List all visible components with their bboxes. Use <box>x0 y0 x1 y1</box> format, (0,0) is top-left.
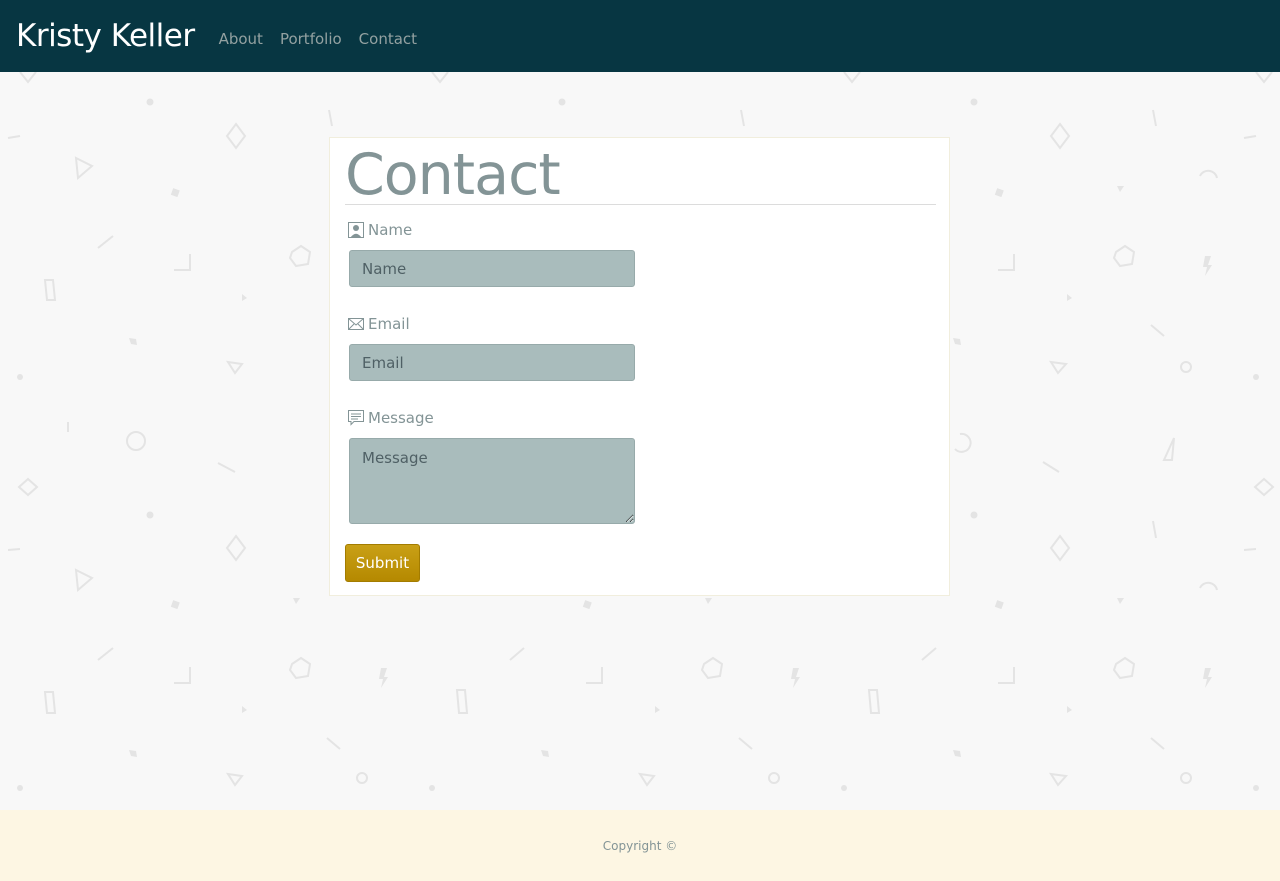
copyright-text: Copyright © <box>602 838 678 853</box>
message-label-text: Message <box>368 409 434 427</box>
name-label: Name <box>348 221 412 239</box>
title-divider <box>345 204 936 205</box>
top-navbar: Kristy Keller About Portfolio Contact <box>0 0 1280 72</box>
message-textarea[interactable] <box>349 438 635 524</box>
nav-links: About Portfolio Contact <box>219 30 434 48</box>
email-label: Email <box>348 315 410 333</box>
nav-link-contact[interactable]: Contact <box>359 30 417 48</box>
chat-icon <box>348 410 364 426</box>
submit-button[interactable]: Submit <box>345 544 420 582</box>
page-title: Contact <box>345 142 561 208</box>
name-label-text: Name <box>368 221 413 239</box>
envelope-icon <box>348 318 364 330</box>
email-label-text: Email <box>368 315 410 333</box>
user-icon <box>348 222 364 238</box>
contact-card: Contact Name Email Message Submit <box>329 137 950 596</box>
site-brand[interactable]: Kristy Keller <box>16 18 195 54</box>
name-input[interactable] <box>349 250 635 287</box>
footer: Copyright © <box>0 810 1280 881</box>
message-label: Message <box>348 409 434 427</box>
email-input[interactable] <box>349 344 635 381</box>
nav-link-portfolio[interactable]: Portfolio <box>280 30 342 48</box>
nav-link-about[interactable]: About <box>219 30 263 48</box>
